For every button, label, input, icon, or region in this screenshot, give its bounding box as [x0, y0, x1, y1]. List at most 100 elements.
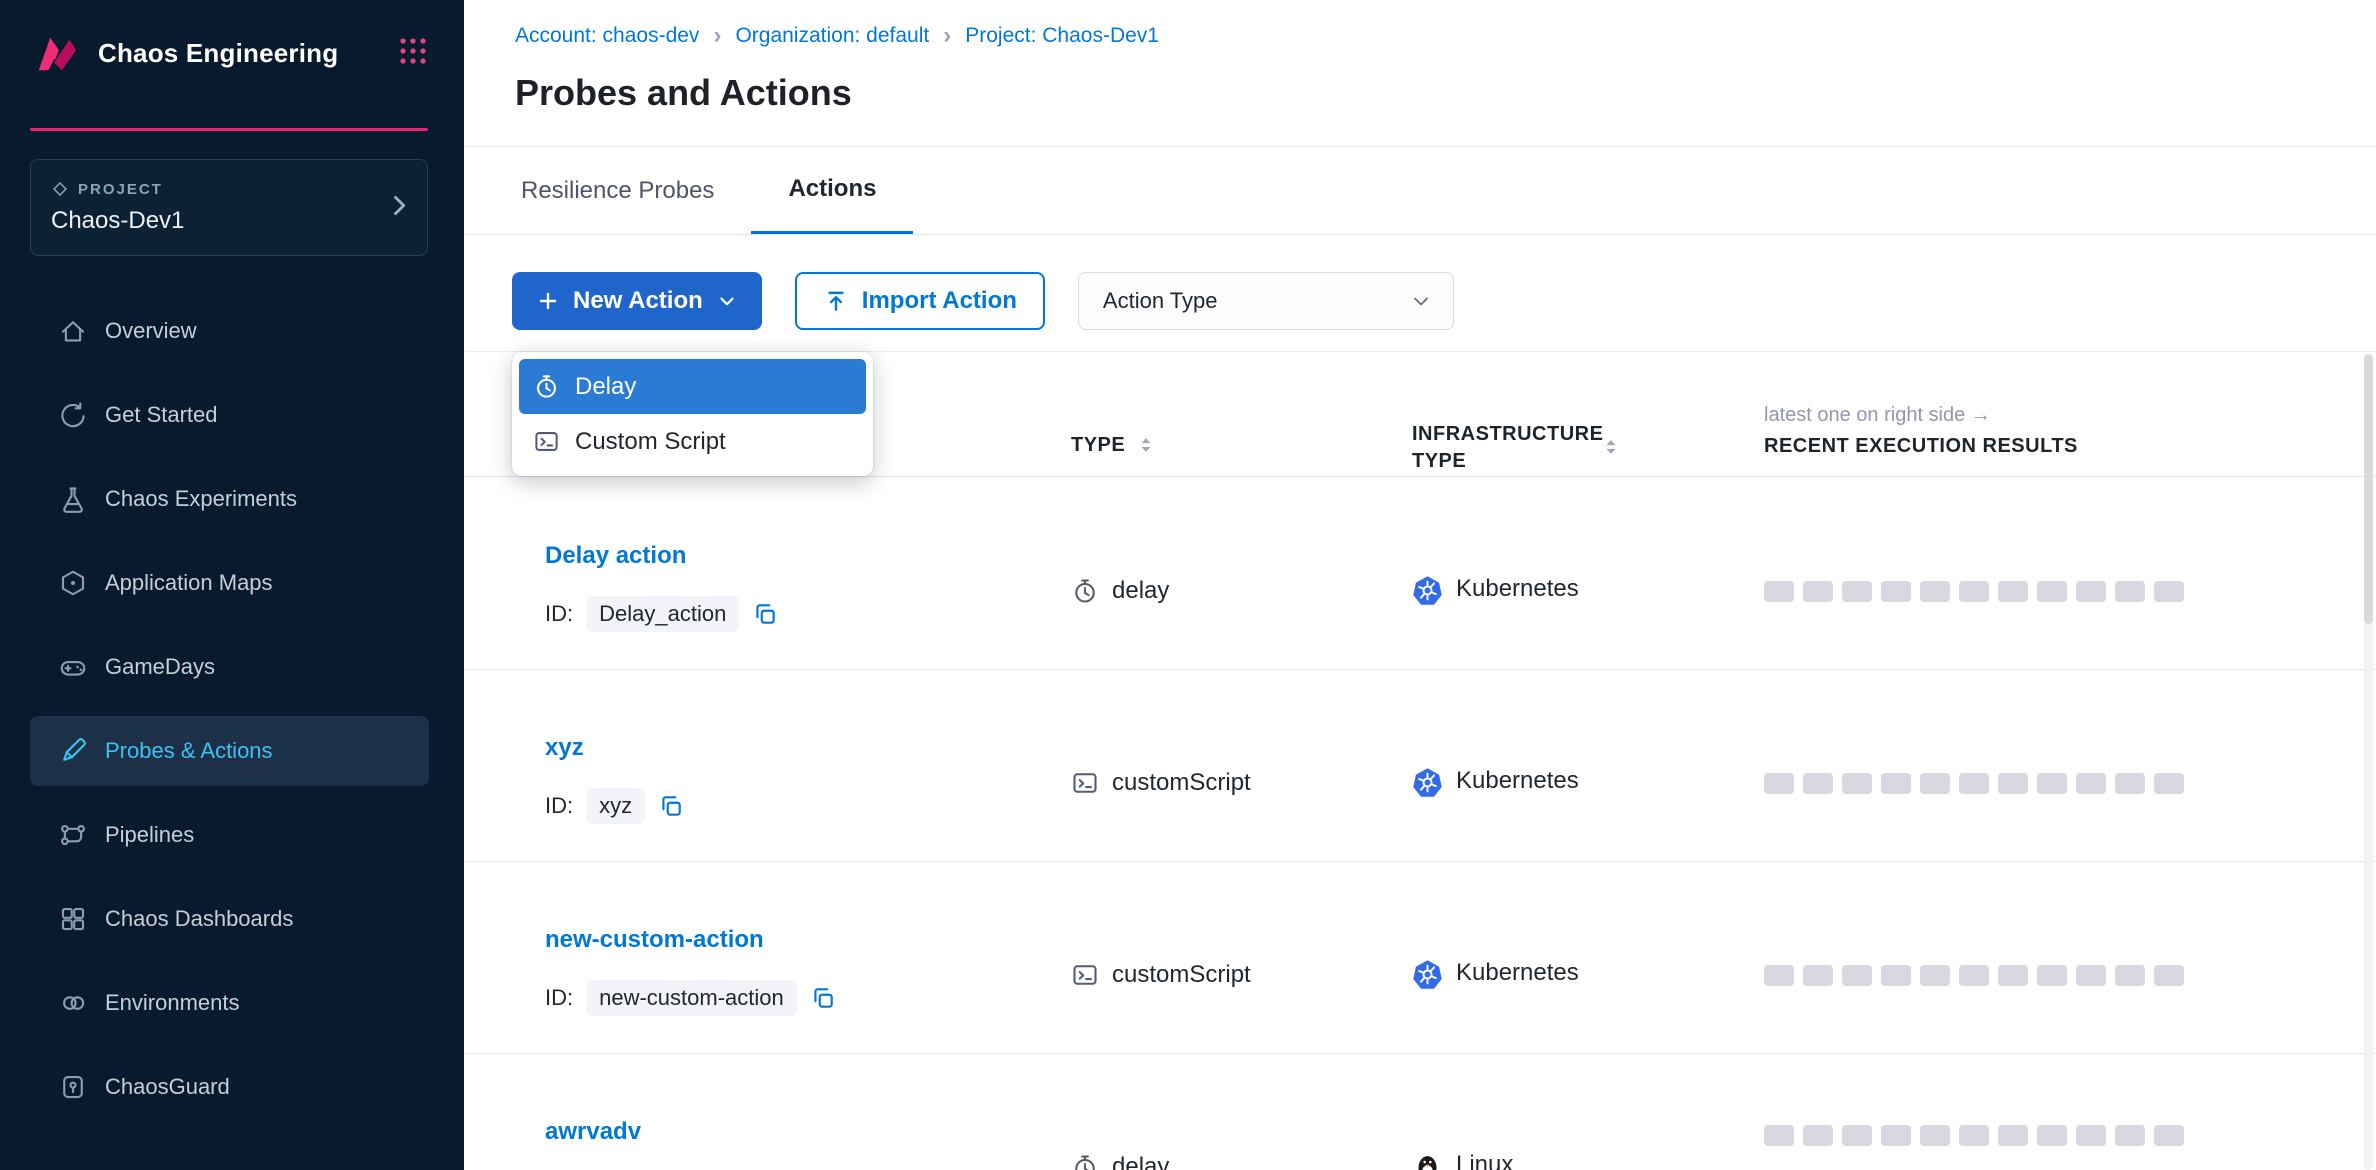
id-label: ID: [545, 985, 573, 1011]
infrastructure-cell: Kubernetes [1412, 670, 1764, 861]
sidebar-item-application-maps[interactable]: Application Maps [30, 548, 429, 618]
sort-icon[interactable] [1600, 436, 1622, 476]
execution-result-placeholder [1959, 965, 1989, 986]
execution-result-placeholder [1998, 581, 2028, 602]
execution-results-cell [1764, 670, 2194, 861]
tab-resilience-probes[interactable]: Resilience Probes [484, 147, 751, 234]
action-id-row: ID: Delay_action [545, 596, 1071, 632]
toolbar: New Action Import Action Action Type [512, 272, 1454, 330]
scrollbar-thumb[interactable] [2364, 354, 2373, 624]
infrastructure-type-header-label: INFRASTRUCTURE TYPE [1412, 421, 1584, 476]
id-label: ID: [545, 793, 573, 819]
infrastructure-cell: Kubernetes [1412, 862, 1764, 1053]
linux-icon [1412, 1151, 1443, 1170]
new-action-label: New Action [573, 287, 703, 315]
main-content: Account: chaos-dev › Organization: defau… [464, 0, 2376, 1170]
execution-result-placeholder [1920, 773, 1950, 794]
execution-results-cell [1764, 1054, 2194, 1170]
sidebar-item-label: Overview [105, 318, 197, 344]
breadcrumb: Account: chaos-dev › Organization: defau… [515, 24, 1159, 48]
sidebar-item-label: Chaos Dashboards [105, 906, 293, 932]
execution-result-placeholder [1764, 581, 1794, 602]
sidebar-item-label: Application Maps [105, 570, 273, 596]
menu-item-delay[interactable]: Delay [519, 359, 866, 414]
stopwatch-icon [1071, 1153, 1099, 1170]
scrollbar[interactable] [2364, 354, 2373, 1170]
action-id-tag: Delay_action [586, 596, 739, 632]
action-id-row: ID: new-custom-action [545, 980, 1071, 1016]
chevron-down-icon [716, 290, 738, 312]
column-header-recent-execution-results: latest one on right side → RECENT EXECUT… [1764, 398, 2194, 476]
kubernetes-icon [1412, 767, 1443, 798]
plus-icon [536, 289, 560, 313]
import-action-label: Import Action [862, 287, 1017, 315]
sidebar-item-chaos-dashboards[interactable]: Chaos Dashboards [30, 884, 429, 954]
diamond-icon [51, 180, 69, 198]
execution-result-placeholder [2076, 965, 2106, 986]
app-title: Chaos Engineering [98, 38, 338, 69]
project-selector[interactable]: PROJECT Chaos-Dev1 [30, 159, 428, 256]
sidebar-nav: Overview Get Started Chaos Experiments A… [0, 296, 464, 1122]
breadcrumb-separator: › [713, 24, 721, 48]
execution-result-placeholder [1842, 965, 1872, 986]
sidebar-header: Chaos Engineering [0, 0, 464, 76]
project-name: Chaos-Dev1 [51, 207, 407, 235]
import-action-button[interactable]: Import Action [795, 272, 1045, 330]
action-id-tag: new-custom-action [586, 980, 797, 1016]
execution-result-placeholder [2154, 965, 2184, 986]
action-type-select[interactable]: Action Type [1078, 272, 1454, 330]
action-type-value: delay [1112, 577, 1169, 605]
execution-results-cell [1764, 862, 2194, 1053]
sidebar-item-chaosguard[interactable]: ChaosGuard [30, 1052, 429, 1122]
sidebar-item-chaos-experiments[interactable]: Chaos Experiments [30, 464, 429, 534]
hexagon-icon [58, 568, 88, 598]
execution-result-placeholder [2154, 773, 2184, 794]
execution-result-placeholder [1881, 965, 1911, 986]
action-name-link[interactable]: xyz [545, 734, 584, 762]
sidebar-item-pipelines[interactable]: Pipelines [30, 800, 429, 870]
new-action-dropdown-menu: Delay Custom Script [512, 352, 873, 476]
execution-results-cell [1764, 478, 2194, 669]
execution-result-placeholder [2115, 1125, 2145, 1146]
app-launcher-grid-icon[interactable] [398, 36, 428, 71]
table-row: awrvadv delay Linux [464, 1054, 2376, 1170]
execution-result-placeholder [2115, 965, 2145, 986]
get-started-icon [58, 400, 88, 430]
action-type-cell: delay [1071, 1054, 1412, 1170]
execution-result-placeholder [1842, 773, 1872, 794]
sidebar-item-probes-actions[interactable]: Probes & Actions [30, 716, 429, 786]
sidebar-item-environments[interactable]: Environments [30, 968, 429, 1038]
action-name-link[interactable]: new-custom-action [545, 926, 764, 954]
sidebar-item-overview[interactable]: Overview [30, 296, 429, 366]
tab-actions[interactable]: Actions [751, 147, 913, 234]
infrastructure-value: Linux [1456, 1151, 1513, 1170]
execution-result-placeholder [1842, 581, 1872, 602]
sort-icon[interactable] [1135, 434, 1157, 456]
execution-result-placeholder [1959, 1125, 1989, 1146]
environments-icon [58, 988, 88, 1018]
breadcrumb-project-link[interactable]: Project: Chaos-Dev1 [965, 24, 1159, 48]
infrastructure-value: Kubernetes [1456, 575, 1579, 603]
sidebar-item-get-started[interactable]: Get Started [30, 380, 429, 450]
breadcrumb-account-link[interactable]: Account: chaos-dev [515, 24, 699, 48]
action-name-link[interactable]: Delay action [545, 542, 686, 570]
breadcrumb-organization-link[interactable]: Organization: default [735, 24, 929, 48]
stopwatch-icon [1071, 577, 1099, 605]
execution-result-placeholder [2076, 1125, 2106, 1146]
infrastructure-cell: Kubernetes [1412, 478, 1764, 669]
copy-icon[interactable] [658, 793, 684, 819]
sidebar-item-gamedays[interactable]: GameDays [30, 632, 429, 702]
execution-result-placeholder [2037, 773, 2067, 794]
execution-result-placeholder [2037, 581, 2067, 602]
copy-icon[interactable] [810, 985, 836, 1011]
module-accent-line [30, 128, 428, 131]
new-action-button[interactable]: New Action [512, 272, 762, 330]
copy-icon[interactable] [752, 601, 778, 627]
action-id-row: ID: xyz [545, 788, 1071, 824]
actions-table: Delay action ID: Delay_action delay [464, 478, 2376, 1170]
action-name-link[interactable]: awrvadv [545, 1118, 641, 1146]
action-type-cell: delay [1071, 478, 1412, 669]
home-icon [58, 316, 88, 346]
execution-result-placeholder [2154, 581, 2184, 602]
menu-item-custom-script[interactable]: Custom Script [519, 414, 866, 469]
